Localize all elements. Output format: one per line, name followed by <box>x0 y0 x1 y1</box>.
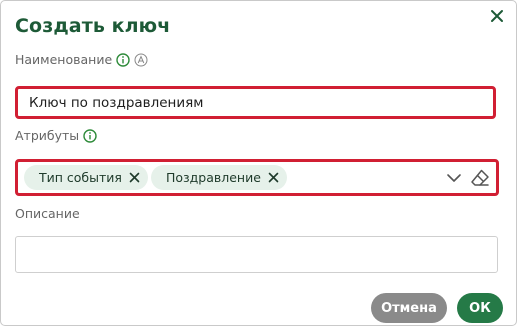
ok-button[interactable]: ОК <box>457 293 503 323</box>
name-input[interactable]: Ключ по поздравлениям <box>15 86 496 119</box>
chip-remove-button[interactable] <box>267 171 281 185</box>
dialog-title: Создать ключ <box>15 15 171 37</box>
a-circle-icon <box>134 53 148 66</box>
attributes-field-label: Атрибуты <box>15 128 80 143</box>
chip-remove-button[interactable] <box>128 171 142 185</box>
name-field-label-row: Наименование <box>15 52 148 67</box>
attributes-multiselect[interactable]: Тип события Поздравление <box>15 159 499 196</box>
attributes-field-label-row: Атрибуты <box>15 128 97 143</box>
description-field-label: Описание <box>15 206 80 221</box>
info-icon[interactable] <box>116 52 130 67</box>
dropdown-toggle-button[interactable] <box>445 170 463 186</box>
description-input[interactable] <box>15 236 498 273</box>
clear-selection-button[interactable] <box>469 167 491 189</box>
eraser-icon <box>471 169 489 186</box>
description-field-label-row: Описание <box>15 206 80 221</box>
name-input-value: Ключ по поздравлениям <box>29 94 204 111</box>
attribute-chip: Поздравление <box>150 165 287 190</box>
close-icon <box>269 172 279 183</box>
create-key-dialog: Создать ключ Наименование Ключ по поздра… <box>0 0 517 326</box>
attribute-chip: Тип события <box>24 165 148 190</box>
name-field-label: Наименование <box>15 52 113 67</box>
info-icon[interactable] <box>83 128 97 143</box>
cancel-button[interactable]: Отмена <box>371 293 447 323</box>
close-icon <box>130 172 140 183</box>
chip-label: Поздравление <box>165 170 261 185</box>
close-icon <box>491 10 503 22</box>
chevron-down-icon <box>447 174 461 182</box>
chip-label: Тип события <box>39 170 122 185</box>
close-button[interactable] <box>485 4 509 28</box>
